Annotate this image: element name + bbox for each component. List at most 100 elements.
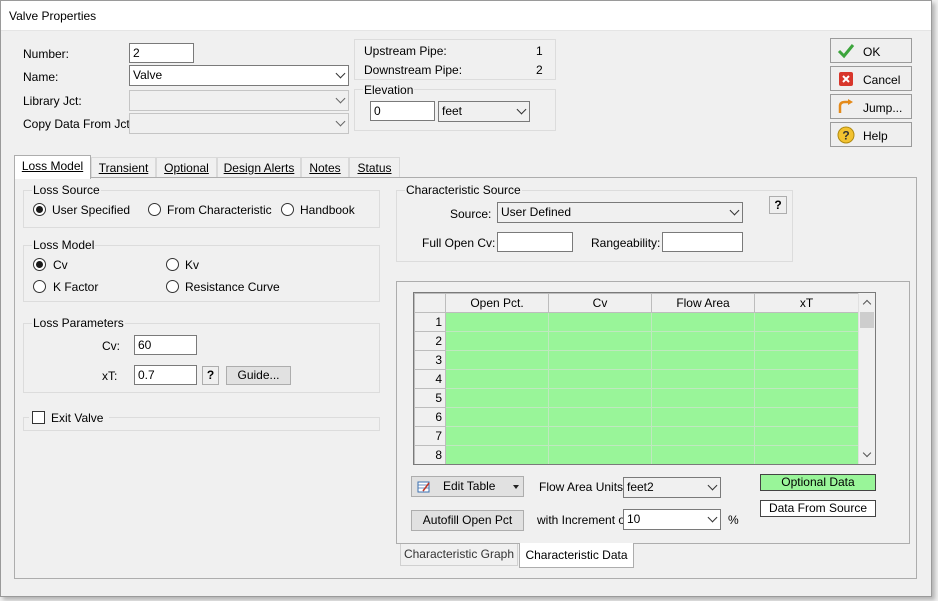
table-cell[interactable] <box>445 350 549 370</box>
characteristic-grid: Open Pct. Cv Flow Area xT 1 2 3 4 5 6 7 … <box>414 293 859 464</box>
jump-button[interactable]: Jump... <box>830 94 912 119</box>
flow-area-units-combo[interactable]: feet2 <box>623 477 721 498</box>
row-number: 7 <box>414 426 446 446</box>
characteristic-table[interactable]: Open Pct. Cv Flow Area xT 1 2 3 4 5 6 7 … <box>413 292 876 465</box>
table-cell[interactable] <box>754 369 859 389</box>
user-specified-label: User Specified <box>52 203 131 217</box>
cancel-button[interactable]: Cancel <box>830 66 912 91</box>
radio-k-factor[interactable] <box>33 280 46 293</box>
scroll-down-icon[interactable] <box>862 448 872 458</box>
radio-cv[interactable] <box>33 258 46 271</box>
source-combo-value: User Defined <box>501 205 572 219</box>
table-cell[interactable] <box>445 388 549 408</box>
table-cell[interactable] <box>445 369 549 389</box>
table-cell[interactable] <box>754 350 859 370</box>
flow-area-units-label: Flow Area Units: <box>539 480 627 494</box>
full-open-cv-input[interactable] <box>497 232 573 252</box>
table-cell[interactable] <box>754 312 859 332</box>
table-cell[interactable] <box>651 350 755 370</box>
radio-user-specified[interactable] <box>33 203 46 216</box>
scroll-up-icon[interactable] <box>862 299 872 309</box>
table-cell[interactable] <box>754 445 859 464</box>
table-row: 3 <box>414 350 859 370</box>
library-jct-combo[interactable] <box>129 90 349 111</box>
radio-resistance-curve[interactable] <box>166 280 179 293</box>
tab-transient[interactable]: Transient <box>91 157 156 179</box>
tab-design-alerts-label: Design Alerts <box>223 161 295 175</box>
source-combo[interactable]: User Defined <box>497 202 743 223</box>
table-cell[interactable] <box>651 407 755 427</box>
header-flow-area[interactable]: Flow Area <box>651 293 755 313</box>
table-cell[interactable] <box>548 445 652 464</box>
guide-button[interactable]: Guide... <box>226 366 291 385</box>
table-cell[interactable] <box>651 331 755 351</box>
table-cell[interactable] <box>651 445 755 464</box>
increment-label: with Increment of <box>537 513 629 527</box>
table-cell[interactable] <box>548 426 652 446</box>
tab-status[interactable]: Status <box>349 157 400 179</box>
table-cell[interactable] <box>754 426 859 446</box>
increment-combo[interactable]: 10 <box>623 509 721 530</box>
header-open-pct[interactable]: Open Pct. <box>445 293 549 313</box>
tab-loss-model[interactable]: Loss Model <box>14 155 91 179</box>
elevation-unit-combo[interactable]: feet <box>438 101 530 122</box>
table-cell[interactable] <box>445 445 549 464</box>
name-combo[interactable]: Valve <box>129 65 349 86</box>
scroll-thumb[interactable] <box>860 312 874 328</box>
table-cell[interactable] <box>651 426 755 446</box>
tab-characteristic-graph[interactable]: Characteristic Graph <box>400 544 518 566</box>
from-characteristic-label: From Characteristic <box>167 203 272 217</box>
header-xt[interactable]: xT <box>754 293 859 313</box>
table-cell[interactable] <box>651 369 755 389</box>
table-scrollbar[interactable] <box>858 293 875 464</box>
table-cell[interactable] <box>754 407 859 427</box>
elevation-input[interactable]: 0 <box>370 101 435 121</box>
table-cell[interactable] <box>548 312 652 332</box>
cv-param-input[interactable]: 60 <box>134 335 197 355</box>
table-cell[interactable] <box>548 407 652 427</box>
help-button[interactable]: ? Help <box>830 122 912 147</box>
edit-table-button[interactable]: Edit Table <box>411 476 524 497</box>
radio-kv[interactable] <box>166 258 179 271</box>
rangeability-input[interactable] <box>662 232 743 252</box>
header-cv[interactable]: Cv <box>548 293 652 313</box>
copy-data-combo[interactable] <box>129 113 349 134</box>
table-cell[interactable] <box>651 388 755 408</box>
copy-data-label: Copy Data From Jct... <box>23 117 140 131</box>
optional-data-button[interactable]: Optional Data <box>760 474 876 491</box>
table-cell[interactable] <box>445 312 549 332</box>
tab-characteristic-data[interactable]: Characteristic Data <box>519 543 634 568</box>
number-input[interactable]: 2 <box>129 43 194 63</box>
table-cell[interactable] <box>445 426 549 446</box>
jump-arrow-icon <box>838 99 853 113</box>
table-cell[interactable] <box>445 331 549 351</box>
xt-help-button[interactable]: ? <box>202 366 219 385</box>
tab-optional-label: Optional <box>164 161 209 175</box>
table-cell[interactable] <box>548 369 652 389</box>
row-number: 3 <box>414 350 446 370</box>
radio-handbook[interactable] <box>281 203 294 216</box>
autofill-open-pct-button[interactable]: Autofill Open Pct <box>411 510 524 531</box>
rangeability-label: Rangeability: <box>591 236 661 250</box>
source-help-button[interactable]: ? <box>769 196 787 214</box>
chevron-down-icon <box>335 68 346 79</box>
table-cell[interactable] <box>445 407 549 427</box>
tab-design-alerts[interactable]: Design Alerts <box>217 157 301 179</box>
table-cell[interactable] <box>651 312 755 332</box>
tab-optional[interactable]: Optional <box>156 157 217 179</box>
table-cell[interactable] <box>548 388 652 408</box>
data-from-source-button[interactable]: Data From Source <box>760 500 876 517</box>
xt-param-input[interactable]: 0.7 <box>134 365 197 385</box>
table-cell[interactable] <box>754 388 859 408</box>
table-cell[interactable] <box>548 331 652 351</box>
exit-valve-checkbox[interactable] <box>32 411 45 424</box>
table-cell[interactable] <box>548 350 652 370</box>
table-row: 2 <box>414 331 859 351</box>
exit-valve-label: Exit Valve <box>51 411 104 425</box>
ok-button[interactable]: OK <box>830 38 912 63</box>
radio-from-characteristic[interactable] <box>148 203 161 216</box>
table-cell[interactable] <box>754 331 859 351</box>
row-number: 4 <box>414 369 446 389</box>
xt-param-label: xT: <box>102 369 118 383</box>
tab-notes[interactable]: Notes <box>301 157 349 179</box>
